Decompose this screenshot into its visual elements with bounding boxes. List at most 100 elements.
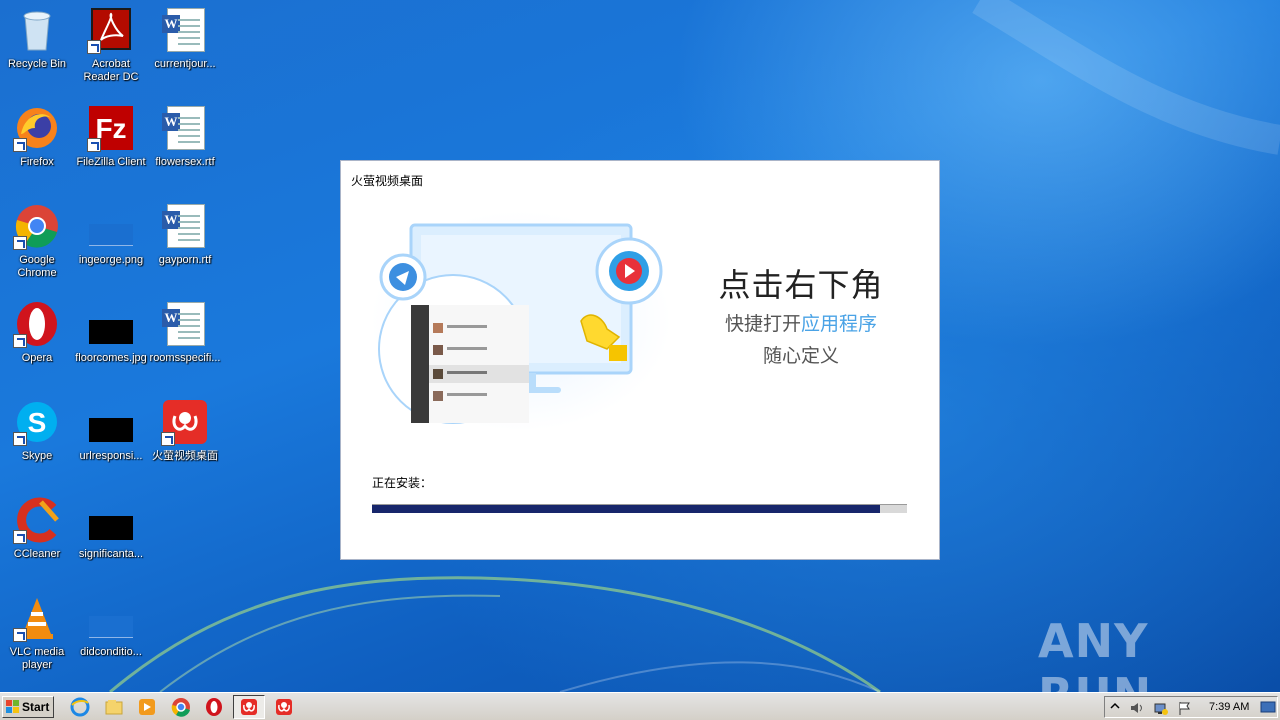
image-file-icon (87, 300, 135, 348)
ccleaner-icon (13, 496, 61, 544)
volume-icon[interactable] (1129, 700, 1145, 716)
media-player-icon[interactable] (137, 697, 157, 717)
action-center-flag-icon[interactable] (1177, 700, 1193, 716)
clock[interactable]: 7:39 AM (1209, 701, 1249, 713)
start-label: Start (22, 700, 50, 714)
opera-icon (13, 300, 61, 348)
desktop-icon-gayporn[interactable]: W gayporn.rtf (148, 202, 222, 267)
desktop-icon-label: Opera (21, 352, 53, 364)
desktop-icon-ingeorge[interactable]: ingeorge.png (74, 202, 148, 267)
shortcut-arrow-icon (87, 138, 101, 152)
word-document-icon: W (161, 6, 209, 54)
recycle-bin-icon (13, 6, 61, 54)
image-file-icon (87, 202, 135, 250)
desktop-icon-significanta[interactable]: significanta... (74, 496, 148, 561)
show-hidden-icons-icon[interactable] (1110, 701, 1120, 713)
desktop-icon-chrome[interactable]: Google Chrome (0, 202, 74, 280)
desktop-icon-firefox[interactable]: Firefox (0, 104, 74, 169)
install-progress-fill (372, 505, 881, 513)
desktop-icon-vlc[interactable]: VLC media player (0, 594, 74, 672)
promo-subline: 快捷打开应用程序 (691, 311, 911, 339)
shortcut-arrow-icon (13, 432, 27, 446)
promo-subline-highlight: 应用程序 (801, 314, 878, 335)
watermark-text: ANY RUN (1038, 614, 1151, 692)
desktop-icon-firefly[interactable]: 火萤视频桌面 (148, 398, 222, 463)
desktop-icon-label: gayporn.rtf (158, 254, 212, 266)
desktop-icon-label: currentjour... (154, 58, 216, 70)
firefly-app-icon[interactable] (274, 697, 294, 717)
promo-headline: 点击右下角 (718, 267, 884, 303)
image-file-icon (87, 594, 135, 642)
shortcut-arrow-icon (87, 40, 101, 54)
taskbar-firefly-installer[interactable] (233, 695, 265, 719)
desktop: Recycle Bin Acrobat Reader DC W currentj… (0, 0, 1280, 692)
windows-logo-icon (6, 700, 19, 713)
install-progress-bar (372, 504, 907, 513)
desktop-icon-didconditio[interactable]: didconditio... (74, 594, 148, 659)
ie-icon[interactable] (70, 697, 90, 717)
svg-text:S: S (28, 407, 47, 438)
show-desktop-icon[interactable] (1260, 700, 1276, 714)
desktop-icon-label: Skype (21, 450, 53, 462)
desktop-icon-label: ingeorge.png (78, 254, 144, 266)
firefly-installer-icon (241, 699, 257, 715)
filezilla-icon: Fz (87, 104, 135, 152)
desktop-icon-label: Google Chrome (17, 254, 57, 279)
desktop-icon-roomsspecifi[interactable]: W roomsspecifi... (148, 300, 222, 365)
desktop-icon-label: flowersex.rtf (155, 156, 215, 168)
desktop-icon-recycle-bin[interactable]: Recycle Bin (0, 6, 74, 71)
desktop-icon-ccleaner[interactable]: CCleaner (0, 496, 74, 561)
installer-illustration (371, 211, 671, 431)
desktop-icon-filezilla[interactable]: Fz FileZilla Client (74, 104, 148, 169)
acrobat-reader-icon (87, 6, 135, 54)
promo-tagline: 随心定义 (762, 346, 839, 367)
desktop-icon-skype[interactable]: S Skype (0, 398, 74, 463)
desktop-icon-label: CCleaner (13, 548, 61, 560)
desktop-icon-acrobat[interactable]: Acrobat Reader DC (74, 6, 148, 84)
word-document-icon: W (161, 202, 209, 250)
taskbar: Start 7:39 AM (0, 692, 1280, 720)
shortcut-arrow-icon (161, 432, 175, 446)
shortcut-arrow-icon (13, 530, 27, 544)
desktop-icon-label: Recycle Bin (7, 58, 67, 70)
shortcut-arrow-icon (13, 334, 27, 348)
start-button[interactable]: Start (2, 696, 54, 718)
explorer-icon[interactable] (104, 697, 124, 717)
desktop-icon-currentjour[interactable]: W currentjour... (148, 6, 222, 71)
desktop-icon-label: urlresponsi... (79, 450, 143, 462)
install-status-label: 正在安装： (372, 476, 433, 490)
shortcut-arrow-icon (13, 236, 27, 250)
image-file-icon (87, 398, 135, 446)
firefly-app-icon (161, 398, 209, 446)
desktop-icon-label: roomsspecifi... (149, 352, 221, 364)
system-tray: 7:39 AM (1104, 696, 1278, 718)
desktop-icon-label: floorcomes.jpg (75, 352, 147, 364)
desktop-icon-label: 火萤视频桌面 (152, 450, 218, 462)
desktop-icon-label: Acrobat Reader DC (83, 58, 139, 83)
desktop-icon-label: VLC media player (9, 646, 65, 671)
vlc-icon (13, 594, 61, 642)
chrome-icon[interactable] (171, 697, 191, 717)
desktop-icon-floorcomes[interactable]: floorcomes.jpg (74, 300, 148, 365)
desktop-icon-opera[interactable]: Opera (0, 300, 74, 365)
shortcut-arrow-icon (13, 138, 27, 152)
network-icon[interactable] (1153, 700, 1169, 716)
desktop-icon-label: Firefox (20, 156, 54, 168)
chrome-icon (13, 202, 61, 250)
promo-text: 点击右下角 快捷打开应用程序 随心定义 (691, 265, 911, 371)
installer-window[interactable]: 火萤视频桌面 点击右下角 快捷打开应用程序 随心定义 正在安装： (340, 160, 940, 560)
word-document-icon: W (161, 300, 209, 348)
skype-icon: S (13, 398, 61, 446)
desktop-icon-flowersex[interactable]: W flowersex.rtf (148, 104, 222, 169)
image-file-icon (87, 496, 135, 544)
opera-icon[interactable] (204, 697, 224, 717)
desktop-icon-urlresponsi[interactable]: urlresponsi... (74, 398, 148, 463)
desktop-icon-label: FileZilla Client (76, 156, 146, 168)
desktop-icon-label: didconditio... (80, 646, 142, 658)
shortcut-arrow-icon (13, 628, 27, 642)
firefox-icon (13, 104, 61, 152)
promo-subline-prefix: 快捷打开 (724, 314, 801, 335)
desktop-icon-label: significanta... (78, 548, 144, 560)
anyrun-watermark: ANY RUN (1038, 610, 1238, 692)
word-document-icon: W (161, 104, 209, 152)
